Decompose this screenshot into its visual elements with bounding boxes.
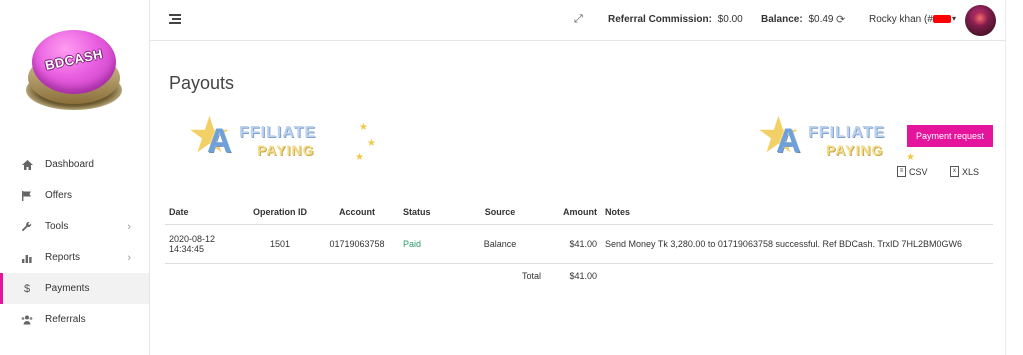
bar-chart-icon — [20, 253, 34, 263]
column-header-source[interactable]: Source — [455, 200, 545, 225]
date-line2: 14:34:45 — [169, 243, 205, 254]
caret-down-icon[interactable]: ▾ — [952, 14, 956, 23]
sidebar-item-label: Offers — [45, 190, 73, 201]
cell-date: 2020-08-12 14:34:45 — [165, 224, 245, 264]
referral-commission-label: Referral Commission: — [608, 14, 712, 25]
sidebar-item-label: Referrals — [45, 314, 86, 325]
chevron-right-icon: › — [127, 251, 131, 264]
watermark-logo: ★ A FFILIATE PAYING ★ ★ ★ — [187, 108, 387, 168]
sidebar-item-referrals[interactable]: Referrals — [0, 304, 149, 335]
sidebar-item-label: Tools — [45, 221, 69, 232]
user-menu[interactable]: Rocky khan (# — [869, 14, 951, 25]
table-total-row: Total $41.00 — [165, 263, 993, 289]
brand-logo[interactable]: BDCASH — [20, 22, 130, 122]
sidebar-item-label: Payments — [45, 283, 90, 294]
table-header-row: Date Operation ID Account Status Source … — [165, 200, 993, 225]
table-row: 2020-08-12 14:34:45 1501 01719063758 Pai… — [165, 224, 993, 264]
right-gutter — [1005, 0, 1023, 355]
cell-status: Paid — [399, 224, 455, 264]
xls-file-icon: x — [950, 166, 959, 177]
total-label: Total — [521, 271, 541, 282]
cell-operation-id: 1501 — [245, 224, 315, 264]
wrench-icon — [20, 221, 34, 232]
payment-request-button[interactable]: Payment request — [907, 125, 994, 147]
total-value: $41.00 — [569, 271, 597, 282]
sidebar: BDCASH Dashboard Offers Tools › Reports … — [0, 0, 150, 355]
flag-icon — [20, 190, 34, 201]
sparkle-icon: ★ — [367, 138, 376, 149]
refresh-icon[interactable]: ⟳ — [836, 13, 845, 26]
watermark-line1: FFILIATE — [239, 124, 317, 141]
balance-label: Balance: — [761, 14, 803, 25]
column-header-amount[interactable]: Amount — [545, 200, 601, 225]
app-root: BDCASH Dashboard Offers Tools › Reports … — [0, 0, 1023, 355]
page-title: Payouts — [169, 73, 235, 93]
referral-commission: Referral Commission: $0.00 — [608, 14, 743, 25]
home-icon — [20, 159, 34, 170]
cell-amount: $41.00 — [545, 224, 601, 264]
sparkle-icon: ★ — [906, 152, 915, 163]
watermark-letter: A — [207, 122, 232, 160]
column-header-account[interactable]: Account — [315, 200, 399, 225]
sparkle-icon: ★ — [359, 122, 368, 133]
sidebar-item-label: Reports — [45, 252, 81, 263]
cell-source: Balance — [455, 224, 545, 264]
export-csv-label: CSV — [909, 166, 928, 177]
top-bar: ⤢ Referral Commission: $0.00 Balance: $0… — [150, 0, 1005, 41]
sidebar-nav: Dashboard Offers Tools › Reports › $ Pay… — [0, 149, 149, 335]
chevron-right-icon: › — [127, 220, 131, 233]
sidebar-item-tools[interactable]: Tools › — [0, 211, 149, 242]
watermark-line1: FFILIATE — [808, 124, 886, 141]
redacted-user-id — [932, 15, 951, 24]
csv-file-icon: ≡ — [897, 166, 906, 177]
users-icon — [20, 315, 34, 325]
sidebar-item-dashboard[interactable]: Dashboard — [0, 149, 149, 180]
avatar[interactable] — [965, 5, 996, 36]
cell-account: 01719063758 — [315, 224, 399, 264]
sidebar-item-payments[interactable]: $ Payments — [0, 273, 149, 304]
balance-value: $0.49 — [808, 14, 834, 25]
fullscreen-expand-icon[interactable]: ⤢ — [574, 13, 583, 26]
export-csv-button[interactable]: ≡ CSV — [897, 166, 928, 177]
watermark-letter: A — [776, 122, 801, 160]
sidebar-item-label: Dashboard — [45, 159, 94, 170]
cell-notes: Send Money Tk 3,280.00 to 01719063758 su… — [601, 224, 993, 264]
menu-toggle-icon[interactable] — [169, 14, 181, 25]
sidebar-item-offers[interactable]: Offers — [0, 180, 149, 211]
column-header-notes[interactable]: Notes — [601, 200, 993, 225]
sidebar-item-reports[interactable]: Reports › — [0, 242, 149, 273]
dollar-icon: $ — [23, 282, 31, 295]
balance: Balance: $0.49 — [761, 14, 834, 25]
date-line1: 2020-08-12 — [169, 233, 216, 244]
export-xls-label: XLS — [962, 166, 980, 177]
watermark-line2: PAYING — [257, 142, 315, 158]
user-name: Rocky khan (# — [869, 14, 933, 25]
column-header-operation-id[interactable]: Operation ID — [245, 200, 315, 225]
payouts-table: Date Operation ID Account Status Source … — [165, 200, 993, 289]
export-xls-button[interactable]: x XLS — [950, 166, 979, 177]
column-header-date[interactable]: Date — [165, 200, 245, 225]
referral-commission-value: $0.00 — [717, 14, 743, 25]
watermark-line2: PAYING — [826, 142, 884, 158]
column-header-status[interactable]: Status — [399, 200, 455, 225]
sparkle-icon: ★ — [355, 152, 364, 163]
